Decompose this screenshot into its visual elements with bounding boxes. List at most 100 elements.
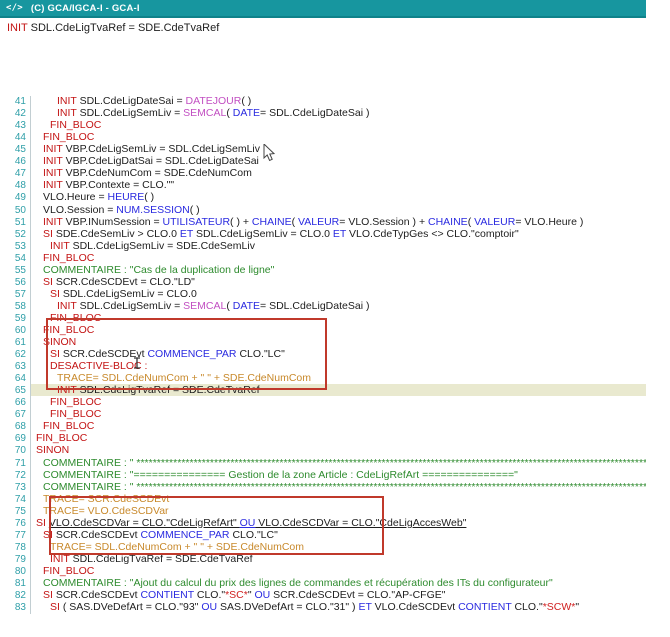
line-number[interactable]: 46 <box>0 156 31 168</box>
line-number[interactable]: 58 <box>0 301 31 313</box>
editor-tab[interactable]: </> (C) GCA/IGCA-I - GCA-I <box>0 0 646 18</box>
code-line[interactable]: 76SI VLO.CdeSCDVar = CLO."CdeLigRefArt" … <box>0 517 646 529</box>
code-token: *SC* <box>225 589 248 601</box>
code-line[interactable]: 44FIN_BLOC <box>0 131 646 143</box>
line-number[interactable]: 47 <box>0 168 31 180</box>
code-line[interactable]: 83SI ( SAS.DVeDefArt = CLO."93" OU SAS.D… <box>0 601 646 613</box>
line-number[interactable]: 59 <box>0 313 31 325</box>
line-number[interactable]: 67 <box>0 409 31 421</box>
code-line[interactable]: 56SI SCR.CdeSCDEvt = CLO."LD" <box>0 276 646 288</box>
line-number[interactable]: 81 <box>0 578 31 590</box>
line-number[interactable]: 64 <box>0 373 31 385</box>
code-line[interactable]: 82SI SCR.CdeSCDEvt CONTIENT CLO."*SC*" O… <box>0 589 646 601</box>
code-line[interactable]: 59FIN_BLOC <box>0 312 646 324</box>
code-line[interactable]: 53INIT SDL.CdeLigSemLiv = SDE.CdeSemLiv <box>0 240 646 252</box>
line-number[interactable]: 66 <box>0 397 31 409</box>
line-number[interactable]: 53 <box>0 241 31 253</box>
code-line[interactable]: 71COMMENTAIRE : " **********************… <box>0 457 646 469</box>
code-line[interactable]: 65INIT SDL.CdeLigTvaRef = SDE.CdeTvaRef <box>0 384 646 396</box>
line-number[interactable]: 83 <box>0 602 31 614</box>
code-area[interactable]: 41INIT SDL.CdeLigDateSai = DATEJOUR( )42… <box>0 71 646 637</box>
code-line[interactable]: 50VLO.Session = NUM.SESSION( ) <box>0 204 646 216</box>
code-line[interactable]: 69FIN_BLOC <box>0 432 646 444</box>
code-line[interactable]: 70SINON <box>0 444 646 456</box>
code-line[interactable]: 66FIN_BLOC <box>0 396 646 408</box>
code-token: VLO.Heure = <box>43 191 108 203</box>
line-number[interactable]: 68 <box>0 421 31 433</box>
line-number[interactable]: 76 <box>0 518 31 530</box>
line-number[interactable]: 71 <box>0 458 31 470</box>
code-line[interactable]: 47INIT VBP.CdeNumCom = SDE.CdeNumCom <box>0 167 646 179</box>
code-line[interactable]: 77SI SCR.CdeSCDEvt COMMENCE_PAR CLO."LC" <box>0 529 646 541</box>
line-number[interactable]: 82 <box>0 590 31 602</box>
line-number[interactable]: 52 <box>0 229 31 241</box>
code-line[interactable]: 64TRACE= SDL.CdeNumCom + " " + SDE.CdeNu… <box>0 372 646 384</box>
code-line[interactable]: 54FIN_BLOC <box>0 252 646 264</box>
line-content: FIN_BLOC <box>31 565 646 577</box>
line-number[interactable]: 63 <box>0 361 31 373</box>
code-line[interactable]: 74TRACE= SCR.CdeSCDEvt <box>0 493 646 505</box>
line-number[interactable]: 54 <box>0 253 31 265</box>
line-number[interactable]: 42 <box>0 108 31 120</box>
line-number[interactable]: 55 <box>0 265 31 277</box>
line-number[interactable]: 56 <box>0 277 31 289</box>
line-number[interactable]: 78 <box>0 542 31 554</box>
code-token: CHAINE <box>252 216 292 228</box>
line-content: INIT VBP.INumSession = UTILISATEUR( ) + … <box>31 216 646 228</box>
code-line[interactable]: 49VLO.Heure = HEURE( ) <box>0 191 646 203</box>
line-number[interactable]: 70 <box>0 445 31 457</box>
code-line[interactable]: 73COMMENTAIRE : " **********************… <box>0 481 646 493</box>
line-number[interactable]: 44 <box>0 132 31 144</box>
line-number[interactable]: 43 <box>0 120 31 132</box>
code-line[interactable]: 75TRACE= VLO.CdeSCDVar <box>0 505 646 517</box>
code-token: ( SAS.DVeDefArt = CLO."93" <box>63 601 201 613</box>
code-line[interactable]: 60FIN_BLOC <box>0 324 646 336</box>
line-number[interactable]: 61 <box>0 337 31 349</box>
line-number[interactable]: 51 <box>0 217 31 229</box>
line-number[interactable]: 79 <box>0 554 31 566</box>
code-line[interactable]: 81COMMENTAIRE : "Ajout du calcul du prix… <box>0 577 646 589</box>
code-line[interactable]: 45INIT VBP.CdeLigSemLiv = SDL.CdeLigSemL… <box>0 143 646 155</box>
line-number[interactable]: 62 <box>0 349 31 361</box>
code-line[interactable]: 58INIT SDL.CdeLigSemLiv = SEMCAL( DATE= … <box>0 300 646 312</box>
code-token: COMMENTAIRE : "Cas de la duplication de … <box>43 264 274 276</box>
line-number[interactable]: 73 <box>0 482 31 494</box>
line-number[interactable]: 45 <box>0 144 31 156</box>
code-line[interactable]: 63DESACTIVE-BLOC : <box>0 360 646 372</box>
code-line[interactable]: 80FIN_BLOC <box>0 565 646 577</box>
line-number[interactable]: 49 <box>0 192 31 204</box>
code-line[interactable]: 57SI SDL.CdeLigSemLiv = CLO.0 <box>0 288 646 300</box>
code-line[interactable]: 48INIT VBP.Contexte = CLO."" <box>0 179 646 191</box>
line-number[interactable]: 80 <box>0 566 31 578</box>
code-line[interactable]: 78TRACE= SDL.CdeNumCom + " " + SDE.CdeNu… <box>0 541 646 553</box>
line-number[interactable]: 65 <box>0 385 31 397</box>
code-token: = VLO.Session ) + <box>339 216 428 228</box>
line-number[interactable]: 48 <box>0 180 31 192</box>
line-number[interactable]: 60 <box>0 325 31 337</box>
line-number[interactable]: 74 <box>0 494 31 506</box>
code-line[interactable]: 62SI SCR.CdeSCDEvt COMMENCE_PAR CLO."LC" <box>0 348 646 360</box>
code-line[interactable]: 55 COMMENTAIRE : "Cas de la duplication d… <box>0 264 646 276</box>
line-number[interactable]: 41 <box>0 96 31 108</box>
line-number[interactable]: 50 <box>0 205 31 217</box>
code-line[interactable]: 43FIN_BLOC <box>0 119 646 131</box>
line-number[interactable]: 75 <box>0 506 31 518</box>
code-line[interactable]: 68FIN_BLOC <box>0 420 646 432</box>
line-number[interactable]: 77 <box>0 530 31 542</box>
code-line[interactable]: 72COMMENTAIRE : "=============== Gestion… <box>0 469 646 481</box>
line-content: SI SDE.CdeSemLiv > CLO.0 ET SDL.CdeLigSe… <box>31 228 646 240</box>
code-line[interactable]: 67FIN_BLOC <box>0 408 646 420</box>
line-number[interactable]: 72 <box>0 470 31 482</box>
code-line[interactable]: 79INIT SDL.CdeLigTvaRef = SDE.CdeTvaRef <box>0 553 646 565</box>
line-content: INIT SDL.CdeLigTvaRef = SDE.CdeTvaRef <box>31 384 646 396</box>
line-number[interactable]: 69 <box>0 433 31 445</box>
code-token: SCR.CdeSCDEvt <box>56 529 141 541</box>
line-content: FIN_BLOC <box>31 252 646 264</box>
code-line[interactable]: 52SI SDE.CdeSemLiv > CLO.0 ET SDL.CdeLig… <box>0 228 646 240</box>
code-line[interactable]: 41INIT SDL.CdeLigDateSai = DATEJOUR( ) <box>0 95 646 107</box>
line-number[interactable]: 57 <box>0 289 31 301</box>
code-line[interactable]: 51INIT VBP.INumSession = UTILISATEUR( ) … <box>0 216 646 228</box>
code-line[interactable]: 42INIT SDL.CdeLigSemLiv = SEMCAL( DATE= … <box>0 107 646 119</box>
code-line[interactable]: 46INIT VBP.CdeLigDatSai = SDL.CdeLigDate… <box>0 155 646 167</box>
code-line[interactable]: 61SINON <box>0 336 646 348</box>
